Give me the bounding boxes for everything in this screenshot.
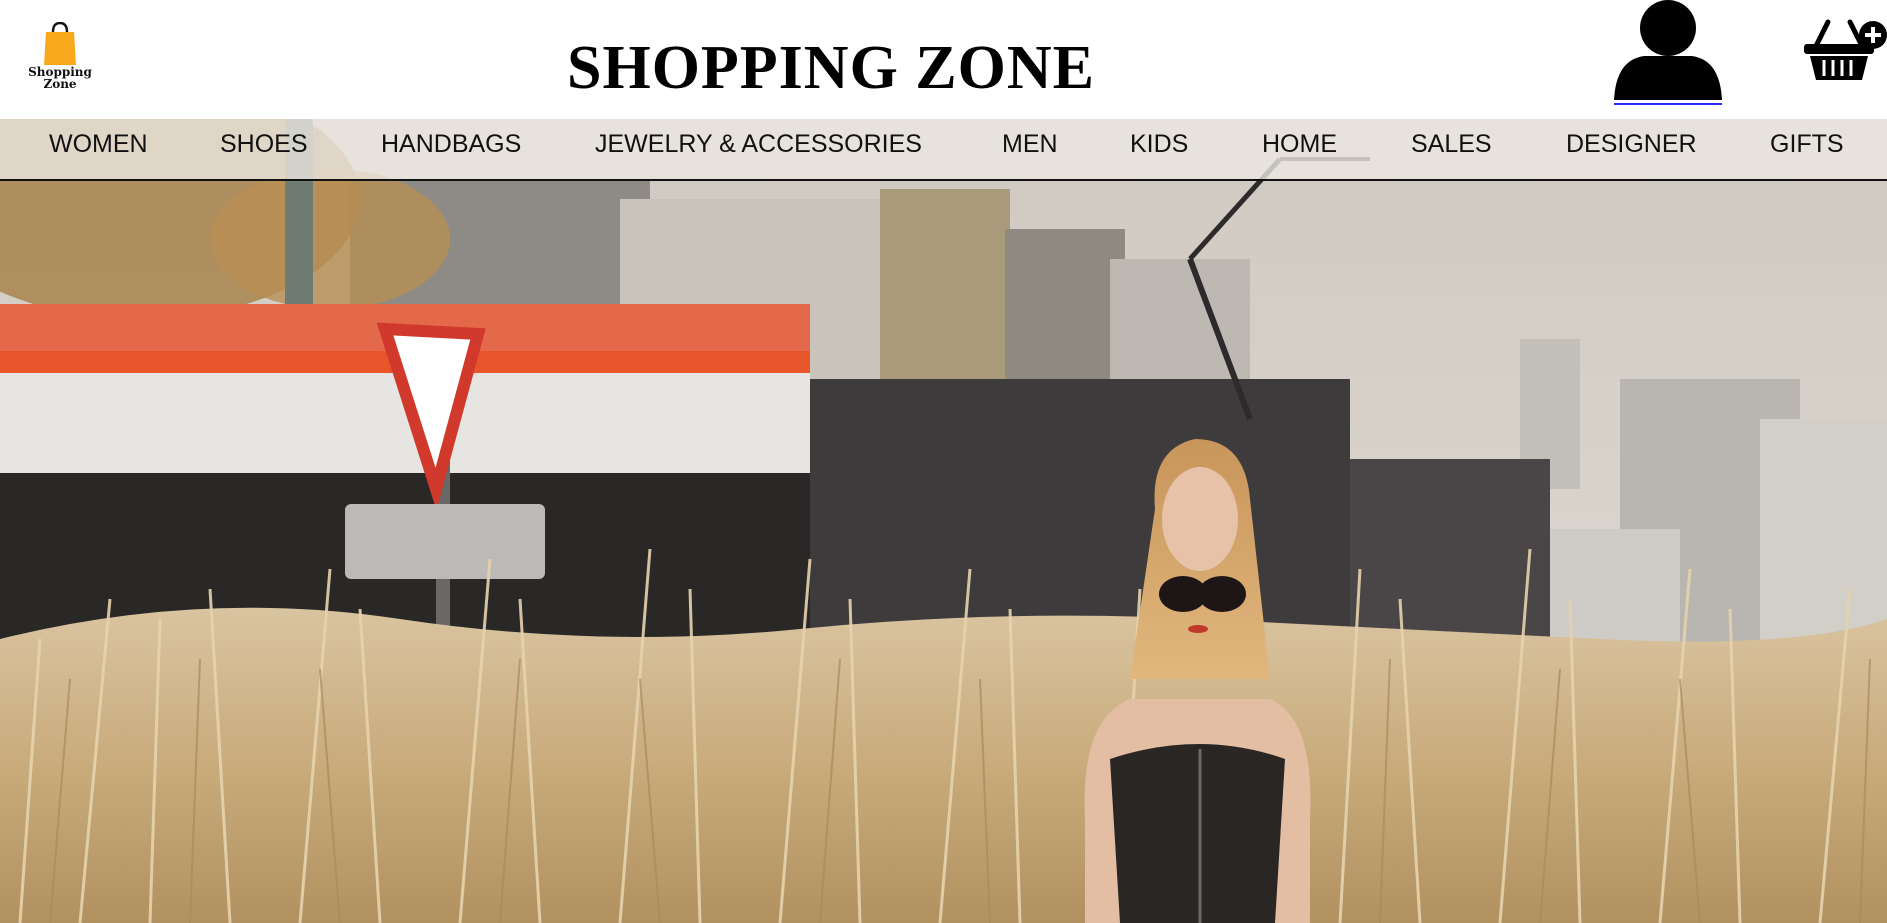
- nav-item-women[interactable]: WOMEN: [49, 119, 148, 179]
- page: Shopping Zone SHOPPING ZONE WOMEN SHOES …: [0, 0, 1887, 923]
- hero-banner-image: [0, 119, 1887, 923]
- nav-item-handbags[interactable]: HANDBAGS: [381, 119, 521, 179]
- nav-item-home[interactable]: HOME: [1262, 119, 1337, 179]
- nav-item-shoes[interactable]: SHOES: [220, 119, 308, 179]
- main-navigation: WOMEN SHOES HANDBAGS JEWELRY & ACCESSORI…: [0, 119, 1887, 181]
- nav-item-designer[interactable]: DESIGNER: [1566, 119, 1697, 179]
- nav-item-gifts[interactable]: GIFTS: [1770, 119, 1844, 179]
- nav-item-sales[interactable]: SALES: [1411, 119, 1492, 179]
- cart-button[interactable]: [1802, 18, 1887, 86]
- basket-add-icon: [1804, 19, 1887, 80]
- site-title: SHOPPING ZONE: [566, 34, 1095, 102]
- nav-item-jewelry-accessories[interactable]: JEWELRY & ACCESSORIES: [595, 119, 922, 179]
- account-button[interactable]: [1614, 0, 1722, 105]
- user-icon: [1614, 0, 1722, 100]
- nav-item-men[interactable]: MEN: [1002, 119, 1058, 179]
- nav-item-kids[interactable]: KIDS: [1130, 119, 1188, 179]
- site-header: Shopping Zone SHOPPING ZONE: [0, 0, 1887, 119]
